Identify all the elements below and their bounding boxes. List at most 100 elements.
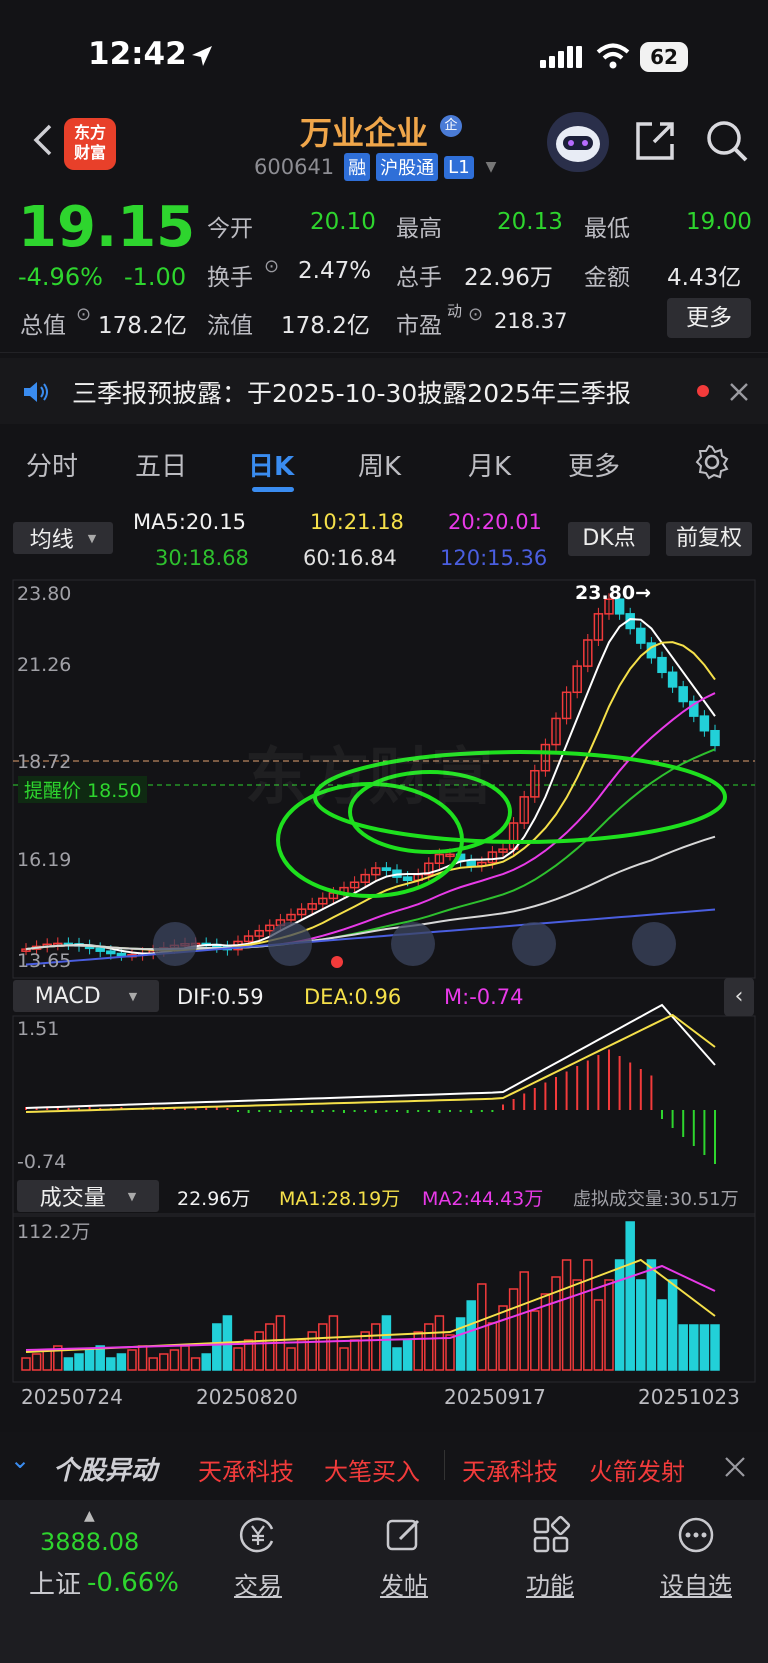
date-label: 20250820 <box>196 1385 298 1409</box>
volume-bar <box>434 1315 445 1371</box>
high-value: 20.13 <box>497 209 563 235</box>
trade-yen-icon[interactable] <box>238 1515 278 1555</box>
amount-label: 金额 <box>584 265 630 291</box>
collapse-panel-icon[interactable]: ‹ <box>724 978 754 1016</box>
info-dots-icon[interactable]: ⊙ <box>468 304 483 325</box>
share-icon[interactable] <box>632 118 678 164</box>
chevron-down-icon[interactable]: ⌄ <box>10 1446 30 1474</box>
close-icon[interactable] <box>728 381 750 403</box>
volume-bar <box>530 1310 540 1371</box>
high-label: 最高 <box>396 216 442 242</box>
volume-bar <box>296 1339 307 1371</box>
watermark: 东方财富 <box>245 740 494 813</box>
volume-bar <box>31 1353 42 1371</box>
tab-weekly-k[interactable]: 周K <box>358 446 401 483</box>
event-dot <box>331 956 343 968</box>
search-icon[interactable] <box>704 118 750 164</box>
volume-bar <box>710 1324 720 1371</box>
volume-ma2: MA2:44.43万 <box>422 1188 544 1210</box>
candle-body <box>95 947 105 952</box>
low-label: 最低 <box>584 216 630 242</box>
stock-name[interactable]: 万业企业 <box>300 108 428 154</box>
tab-daily-k[interactable]: 日K <box>248 446 294 483</box>
ticker-item[interactable]: 火箭发射 <box>589 1452 685 1487</box>
info-dots-icon[interactable]: ⊙ <box>264 256 279 277</box>
adjust-button[interactable]: 前复权 <box>666 522 752 556</box>
volume-bar <box>498 1305 508 1371</box>
ticker-title: 个股异动 <box>53 1456 158 1486</box>
chart-control-button <box>391 922 435 966</box>
change-amount: -1.00 <box>124 263 187 291</box>
price-axis-label: 16.19 <box>17 849 72 871</box>
back-arrow-icon[interactable] <box>24 120 64 160</box>
ticker-item[interactable]: 天承科技 <box>198 1452 294 1487</box>
pe-label: 市盈 <box>396 313 442 339</box>
volume-bar <box>583 1259 593 1371</box>
volume-bar <box>445 1334 455 1371</box>
macd-axis-bottom: -0.74 <box>17 1151 67 1173</box>
volume-bar <box>212 1323 222 1371</box>
ma30-value: 30:18.68 <box>155 546 249 570</box>
volume-bar <box>74 1353 84 1371</box>
chevron-down-icon: ▼ <box>87 531 97 545</box>
tab-monthly-k[interactable]: 月K <box>468 446 511 483</box>
ticker-item[interactable]: 天承科技 <box>462 1452 558 1487</box>
function-grid-icon[interactable] <box>531 1515 571 1555</box>
tab-five-day[interactable]: 五日 <box>135 446 187 483</box>
volume-bar <box>625 1221 635 1371</box>
change-percent: -4.96% <box>18 263 103 291</box>
volume-bar <box>413 1331 423 1371</box>
more-dots-icon[interactable] <box>676 1515 716 1555</box>
open-label: 今开 <box>207 216 253 242</box>
macd-axis-top: 1.51 <box>17 1018 60 1040</box>
tab-add-watchlist[interactable]: 设自选 <box>652 1566 740 1601</box>
tab-trade[interactable]: 交易 <box>220 1566 296 1601</box>
dk-point-button[interactable]: DK点 <box>568 522 650 556</box>
volume-bar <box>116 1353 127 1371</box>
index-value[interactable]: 3888.08 <box>40 1528 139 1556</box>
volume-bar <box>63 1357 74 1371</box>
indicator-selector[interactable]: 均线 ▼ <box>13 522 113 554</box>
volume-bar <box>487 1322 498 1371</box>
notice-text: 三季报预披露：于2025-10-30披露2025年三季报 <box>72 379 631 408</box>
candle-body <box>381 867 392 871</box>
volume-bar <box>84 1349 95 1371</box>
settings-gear-icon[interactable] <box>694 444 730 480</box>
info-dots-icon[interactable]: ⊙ <box>76 304 91 325</box>
tab-more[interactable]: 更多 <box>568 446 620 483</box>
volume-bar <box>127 1349 137 1371</box>
volume-bar <box>646 1259 657 1371</box>
candle-body <box>710 729 720 747</box>
assistant-robot-icon[interactable] <box>547 112 609 172</box>
volume-bar <box>159 1353 169 1371</box>
chart-control-button <box>632 922 676 966</box>
chart-control-button <box>512 922 556 966</box>
volume-bar <box>424 1323 434 1371</box>
ma120-line <box>25 908 716 966</box>
volume-bar <box>519 1271 529 1371</box>
amount-value: 4.43亿 <box>667 265 742 291</box>
turnover-label: 换手 <box>207 265 253 291</box>
date-label: 20251023 <box>638 1385 740 1409</box>
stock-code-row[interactable]: 600641 融 沪股通 L1 ▼ <box>254 153 496 181</box>
volume-selector[interactable]: 成交量 ▼ <box>17 1180 159 1212</box>
float-value: 178.2亿 <box>281 313 370 339</box>
volume-bar <box>328 1315 339 1371</box>
more-button[interactable]: 更多 <box>667 298 751 338</box>
tab-function[interactable]: 功能 <box>512 1566 588 1601</box>
ma20-value: 20:20.01 <box>448 510 542 534</box>
post-edit-icon[interactable] <box>384 1515 424 1555</box>
macd-selector[interactable]: MACD ▼ <box>13 980 159 1012</box>
close-icon[interactable] <box>723 1455 747 1479</box>
signal-icon <box>540 46 582 68</box>
index-row[interactable]: 上证 -0.66% <box>29 1564 179 1601</box>
candle-body <box>402 876 413 881</box>
volume-ma1: MA1:28.19万 <box>279 1188 401 1210</box>
volume-bar <box>678 1324 688 1371</box>
ticker-item[interactable]: 大笔买入 <box>324 1452 420 1487</box>
tab-intraday[interactable]: 分时 <box>26 446 78 483</box>
virtual-volume: 虚拟成交量:30.51万 <box>573 1189 739 1210</box>
candle-body <box>106 950 116 955</box>
speaker-icon <box>24 382 48 402</box>
tab-post[interactable]: 发帖 <box>366 1566 442 1601</box>
